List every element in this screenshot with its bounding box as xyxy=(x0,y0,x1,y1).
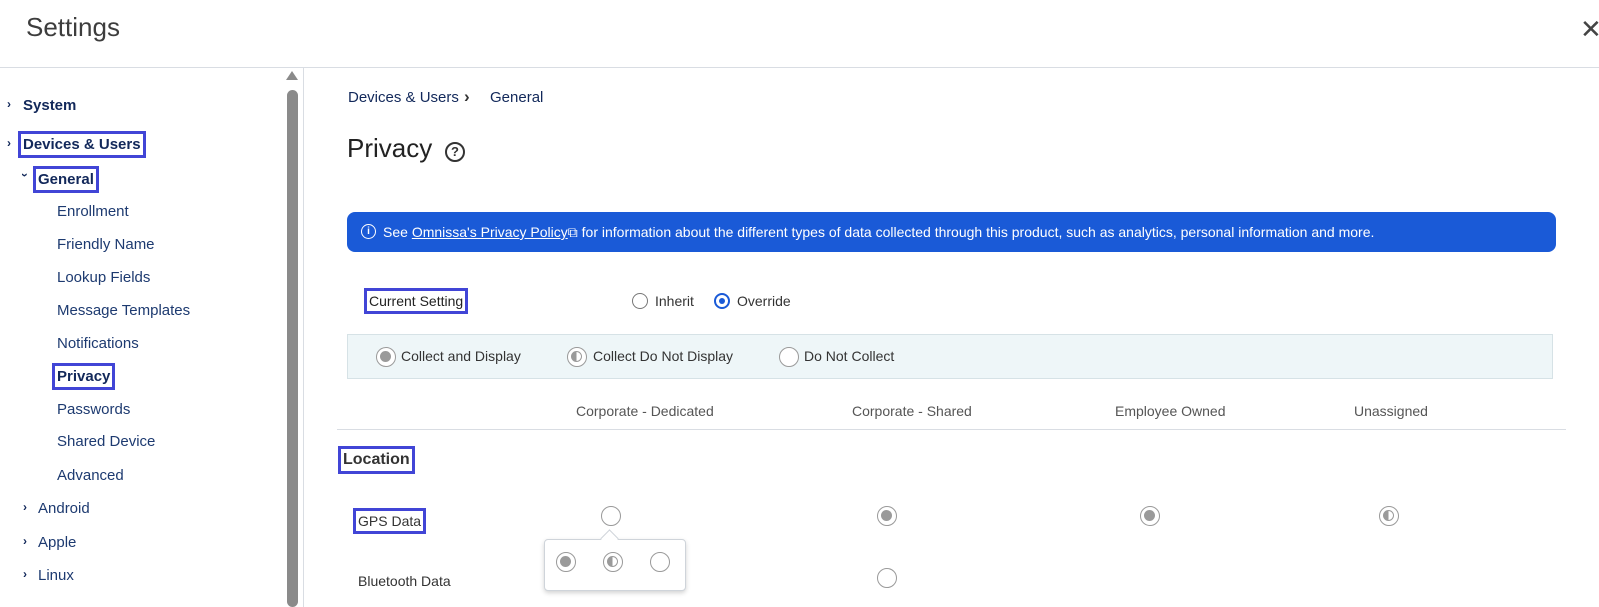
privacy-policy-link[interactable]: Omnissa's Privacy Policy xyxy=(412,224,568,240)
current-setting-label: Current Setting xyxy=(363,288,469,314)
column-header-corporate-dedicated: Corporate - Dedicated xyxy=(576,403,714,419)
bluetooth-data-label: Bluetooth Data xyxy=(358,573,451,589)
popover-do-not-collect-icon[interactable] xyxy=(650,552,670,572)
sidebar-item-lookup-fields[interactable]: Lookup Fields xyxy=(57,269,150,286)
settings-title: Settings xyxy=(26,12,120,42)
gps-corporate-dedicated-do-not-collect-icon[interactable] xyxy=(601,506,621,526)
table-divider xyxy=(337,429,1566,430)
legend-collect-display: Collect and Display xyxy=(401,348,521,364)
sidebar-item-apple[interactable]: Apple xyxy=(38,534,76,551)
gps-corporate-shared-collect-display-icon[interactable] xyxy=(877,506,897,526)
sidebar-item-linux[interactable]: Linux xyxy=(38,567,74,584)
collect-no-display-icon xyxy=(567,347,587,367)
sidebar-item-friendly-name[interactable]: Friendly Name xyxy=(57,236,155,253)
breadcrumb-general[interactable]: General xyxy=(490,89,543,106)
sidebar-item-message-templates[interactable]: Message Templates xyxy=(57,302,190,319)
gps-unassigned-collect-no-display-icon[interactable] xyxy=(1379,506,1399,526)
sidebar-item-privacy[interactable]: Privacy xyxy=(51,363,116,390)
sidebar-scrollbar[interactable] xyxy=(287,90,298,607)
chevron-right-icon[interactable]: › xyxy=(7,136,11,150)
scroll-up-arrow-icon[interactable] xyxy=(286,71,298,80)
popover-collect-display-icon[interactable] xyxy=(556,552,576,572)
column-header-unassigned: Unassigned xyxy=(1354,403,1428,419)
override-label[interactable]: Override xyxy=(737,293,791,309)
sidebar-item-android[interactable]: Android xyxy=(38,500,90,517)
chevron-right-icon[interactable]: › xyxy=(23,500,27,514)
sidebar-item-passwords[interactable]: Passwords xyxy=(57,401,130,418)
banner-prefix: See xyxy=(383,224,412,240)
legend-collect-no-display: Collect Do Not Display xyxy=(593,348,734,364)
popover-collect-no-display-icon[interactable] xyxy=(603,552,623,572)
privacy-legend xyxy=(347,334,1553,379)
sidebar-item-general[interactable]: General xyxy=(33,166,99,193)
gps-employee-owned-collect-display-icon[interactable] xyxy=(1140,506,1160,526)
sidebar-item-devices-users[interactable]: Devices & Users xyxy=(18,131,146,158)
section-title-location: Location xyxy=(338,446,415,474)
bluetooth-corporate-shared-do-not-collect-icon[interactable] xyxy=(877,568,897,588)
gps-data-label: GPS Data xyxy=(352,508,427,534)
chevron-down-icon[interactable]: › xyxy=(18,173,32,177)
breadcrumb-chevron-icon: › xyxy=(464,87,470,106)
chevron-right-icon[interactable]: › xyxy=(23,567,27,581)
sidebar-item-system[interactable]: System xyxy=(23,97,76,114)
privacy-info-banner: i See Omnissa's Privacy Policy⧉ for info… xyxy=(347,212,1556,252)
banner-suffix: for information about the different type… xyxy=(577,224,1375,240)
chevron-right-icon[interactable]: › xyxy=(7,97,11,111)
page-title: Privacy xyxy=(347,133,433,163)
legend-do-not-collect: Do Not Collect xyxy=(804,348,895,364)
do-not-collect-icon xyxy=(779,347,799,367)
override-radio[interactable] xyxy=(714,293,730,309)
close-icon[interactable]: ✕ xyxy=(1580,14,1599,45)
breadcrumb-devices-users[interactable]: Devices & Users xyxy=(348,89,459,106)
info-icon: i xyxy=(361,224,376,239)
collect-display-icon xyxy=(376,347,396,367)
inherit-label[interactable]: Inherit xyxy=(655,293,694,309)
help-icon[interactable]: ? xyxy=(445,142,465,162)
chevron-right-icon[interactable]: › xyxy=(23,534,27,548)
sidebar-item-shared-device[interactable]: Shared Device xyxy=(57,433,155,450)
external-link-icon[interactable]: ⧉ xyxy=(568,224,578,240)
banner-text: See Omnissa's Privacy Policy⧉ for inform… xyxy=(383,224,1374,241)
sidebar-item-enrollment[interactable]: Enrollment xyxy=(57,203,129,220)
sidebar-item-advanced[interactable]: Advanced xyxy=(57,467,124,484)
inherit-radio[interactable] xyxy=(632,293,648,309)
sidebar-item-notifications[interactable]: Notifications xyxy=(57,335,139,352)
column-header-employee-owned: Employee Owned xyxy=(1115,403,1226,419)
settings-header: Settings ✕ xyxy=(0,0,1599,68)
column-header-corporate-shared: Corporate - Shared xyxy=(852,403,972,419)
